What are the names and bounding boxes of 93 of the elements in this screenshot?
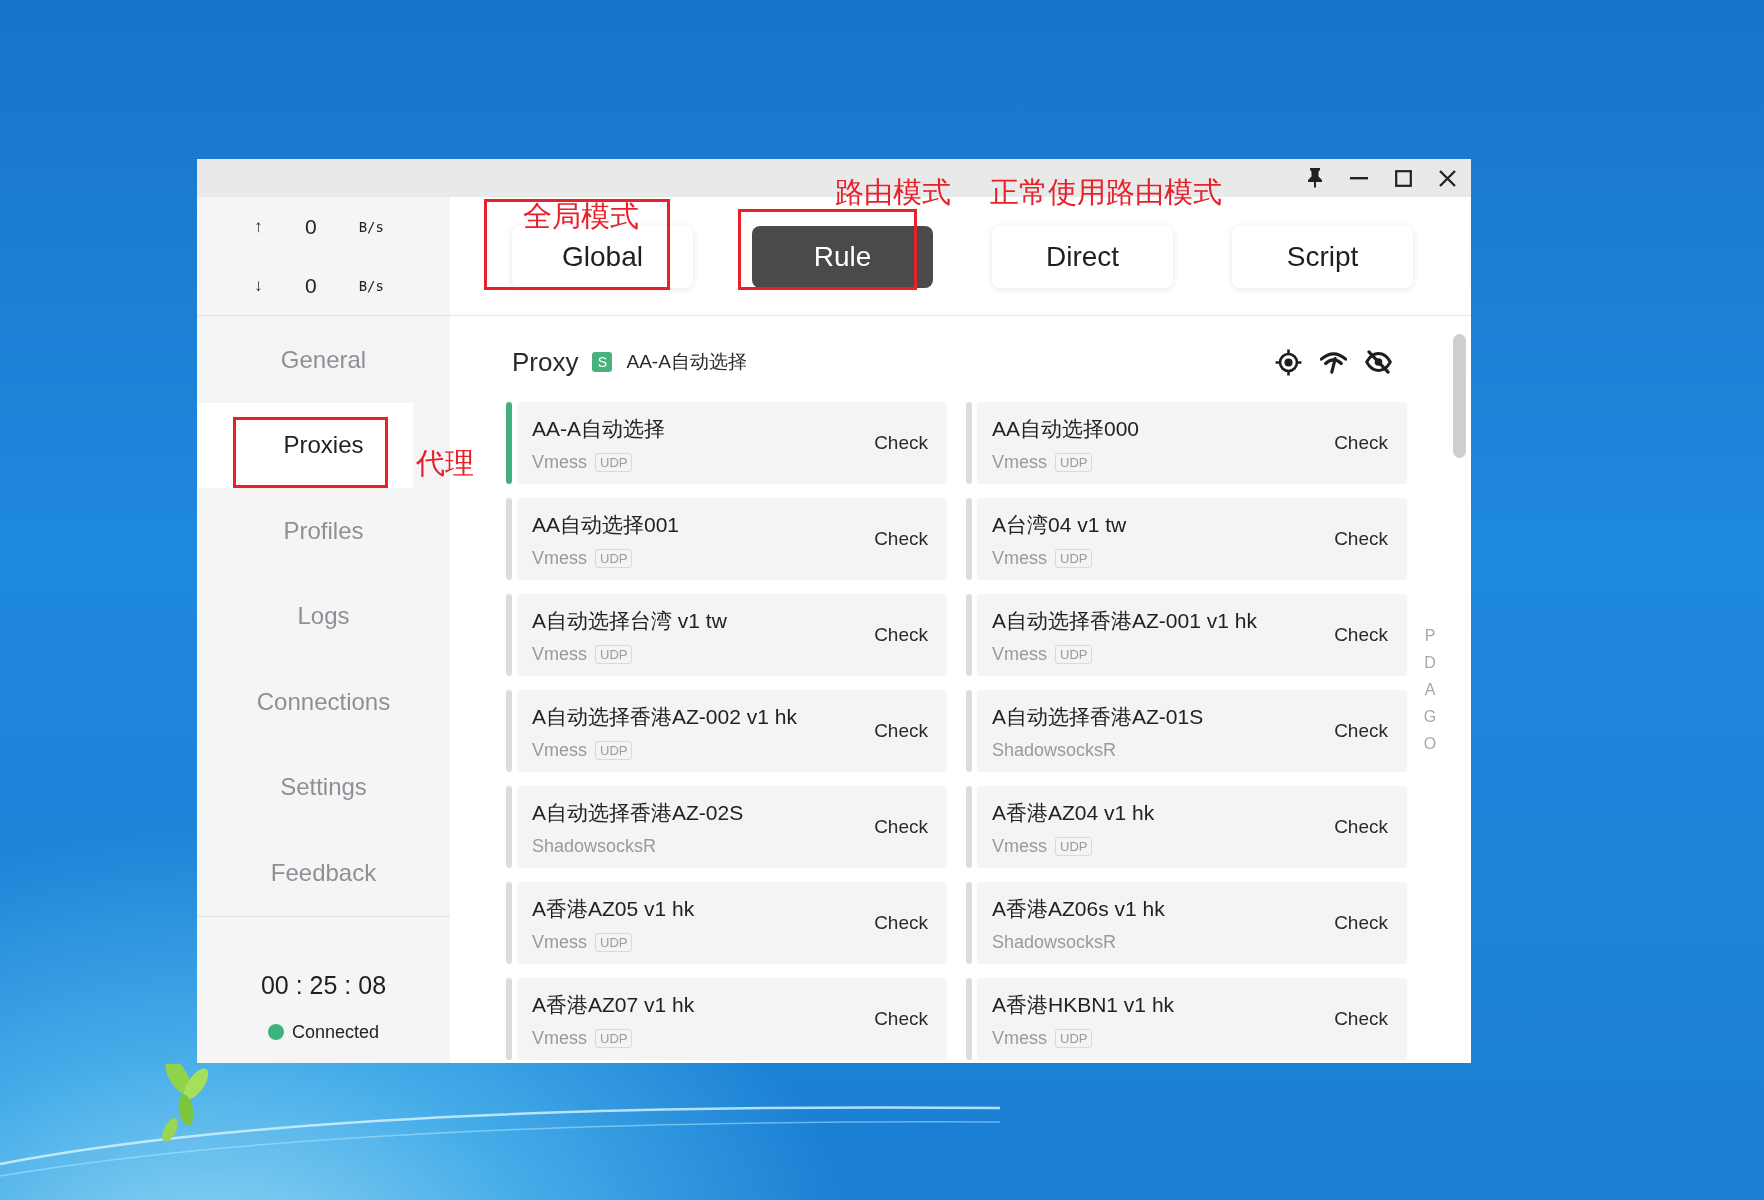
proxy-name: A香港HKBN1 v1 hk xyxy=(992,992,1176,1018)
proxy-name: A自动选择香港AZ-002 v1 hk xyxy=(532,704,798,730)
annotation-label: 正常使用路由模式 xyxy=(990,177,1222,207)
protocol-tag: UDP xyxy=(595,548,633,568)
minimize-icon[interactable] xyxy=(1350,176,1368,180)
group-type-badge: S xyxy=(592,352,613,372)
mode-tab[interactable]: Rule xyxy=(752,226,933,288)
check-button[interactable]: Check xyxy=(1334,624,1388,646)
protocol-label: Vmess xyxy=(532,643,587,665)
protocol-tag: UDP xyxy=(595,644,633,664)
close-icon[interactable] xyxy=(1439,169,1456,187)
proxy-card[interactable]: A香港AZ04 v1 hk Vmess UDP Check xyxy=(977,786,1407,868)
direction-arrow: ↑ xyxy=(254,216,264,237)
maximize-icon[interactable] xyxy=(1395,169,1412,187)
protocol-tag: UDP xyxy=(1055,644,1093,664)
protocol-label: Vmess xyxy=(532,931,587,953)
proxy-name: AA-A自动选择 xyxy=(532,416,666,442)
check-button[interactable]: Check xyxy=(874,912,928,934)
uptime-timer: 00 : 25 : 08 xyxy=(260,969,387,1001)
check-button[interactable]: Check xyxy=(874,720,928,742)
protocol-tag: UDP xyxy=(595,932,633,952)
check-button[interactable]: Check xyxy=(1334,1008,1388,1030)
direction-arrow: ↓ xyxy=(254,275,264,296)
proxy-name: AA自动选择000 xyxy=(992,416,1141,442)
protocol-label: Vmess xyxy=(992,835,1047,857)
protocol-label: ShadowsocksR xyxy=(992,739,1117,761)
protocol-tag: UDP xyxy=(1055,836,1093,856)
proxy-name: A香港AZ07 v1 hk xyxy=(532,992,696,1018)
check-button[interactable]: Check xyxy=(874,816,928,838)
annotation-label: 代理 xyxy=(416,448,474,478)
crosshair-icon[interactable] xyxy=(1275,348,1302,376)
protocol-label: Vmess xyxy=(532,547,587,569)
check-button[interactable]: Check xyxy=(874,624,928,646)
protocol-label: Vmess xyxy=(532,451,587,473)
check-button[interactable]: Check xyxy=(1334,528,1388,550)
mode-tab[interactable]: Direct xyxy=(992,226,1173,288)
check-button[interactable]: Check xyxy=(874,432,928,454)
proxy-name: AA自动选择001 xyxy=(532,512,681,538)
proxy-card[interactable]: AA自动选择001 Vmess UDP Check xyxy=(517,498,947,580)
protocol-label: ShadowsocksR xyxy=(992,931,1117,953)
proxy-card[interactable]: A香港HKBN1 v1 hk Vmess UDP Check xyxy=(977,978,1407,1060)
proxy-card[interactable]: A台湾04 v1 tw Vmess UDP Check xyxy=(977,498,1407,580)
annotation-label: 路由模式 xyxy=(835,177,951,207)
traffic-unit: B/s xyxy=(358,218,384,235)
pin-icon[interactable] xyxy=(1307,168,1323,188)
check-button[interactable]: Check xyxy=(874,528,928,550)
proxy-name: A自动选择台湾 v1 tw xyxy=(532,608,728,634)
traffic-unit: B/s xyxy=(358,277,384,294)
proxy-card[interactable]: A自动选择台湾 v1 tw Vmess UDP Check xyxy=(517,594,947,676)
protocol-tag: UDP xyxy=(1055,452,1093,472)
protocol-label: Vmess xyxy=(992,1027,1047,1049)
protocol-label: Vmess xyxy=(992,643,1047,665)
traffic-value: 0 xyxy=(305,273,317,298)
protocol-tag: UDP xyxy=(1055,548,1093,568)
protocol-label: Vmess xyxy=(992,451,1047,473)
connection-status: Connected xyxy=(291,1021,380,1043)
proxy-card[interactable]: A香港AZ05 v1 hk Vmess UDP Check xyxy=(517,882,947,964)
eye-slash-icon[interactable] xyxy=(1365,350,1392,374)
proxy-card[interactable]: AA-A自动选择 Vmess UDP Check xyxy=(517,402,947,484)
check-button[interactable]: Check xyxy=(1334,912,1388,934)
selected-proxy-label: AA-A自动选择 xyxy=(626,350,747,374)
traffic-value: 0 xyxy=(305,214,317,239)
protocol-label: Vmess xyxy=(532,1027,587,1049)
proxy-name: A香港AZ05 v1 hk xyxy=(532,896,696,922)
protocol-label: Vmess xyxy=(992,547,1047,569)
proxy-name: A香港AZ06s v1 hk xyxy=(992,896,1166,922)
proxy-name: A香港AZ04 v1 hk xyxy=(992,800,1156,826)
group-title: Proxy xyxy=(512,346,579,378)
proxy-card[interactable]: AA自动选择000 Vmess UDP Check xyxy=(977,402,1407,484)
protocol-tag: UDP xyxy=(1055,1028,1093,1048)
check-button[interactable]: Check xyxy=(1334,432,1388,454)
protocol-tag: UDP xyxy=(595,452,633,472)
wifi-icon[interactable] xyxy=(1320,350,1347,374)
protocol-label: Vmess xyxy=(532,739,587,761)
proxy-card[interactable]: A香港AZ06s v1 hk ShadowsocksR Check xyxy=(977,882,1407,964)
proxy-name: A台湾04 v1 tw xyxy=(992,512,1128,538)
check-button[interactable]: Check xyxy=(1334,720,1388,742)
check-button[interactable]: Check xyxy=(874,1008,928,1030)
protocol-label: ShadowsocksR xyxy=(532,835,657,857)
scrollbar[interactable] xyxy=(1453,334,1466,458)
proxy-name: A自动选择香港AZ-01S xyxy=(992,704,1205,730)
proxy-card[interactable]: A自动选择香港AZ-02S ShadowsocksR Check xyxy=(517,786,947,868)
protocol-tag: UDP xyxy=(595,1028,633,1048)
mode-tab[interactable]: Script xyxy=(1232,226,1413,288)
check-button[interactable]: Check xyxy=(1334,816,1388,838)
proxy-name: A自动选择香港AZ-001 v1 hk xyxy=(992,608,1258,634)
proxy-card[interactable]: A自动选择香港AZ-01S ShadowsocksR Check xyxy=(977,690,1407,772)
nav-item[interactable]: Proxies xyxy=(197,402,413,488)
proxy-name: A自动选择香港AZ-02S xyxy=(532,800,745,826)
protocol-tag: UDP xyxy=(595,740,633,760)
proxy-card[interactable]: A自动选择香港AZ-002 v1 hk Vmess UDP Check xyxy=(517,690,947,772)
proxy-card[interactable]: A香港AZ07 v1 hk Vmess UDP Check xyxy=(517,978,947,1060)
proxy-card[interactable]: A自动选择香港AZ-001 v1 hk Vmess UDP Check xyxy=(977,594,1407,676)
